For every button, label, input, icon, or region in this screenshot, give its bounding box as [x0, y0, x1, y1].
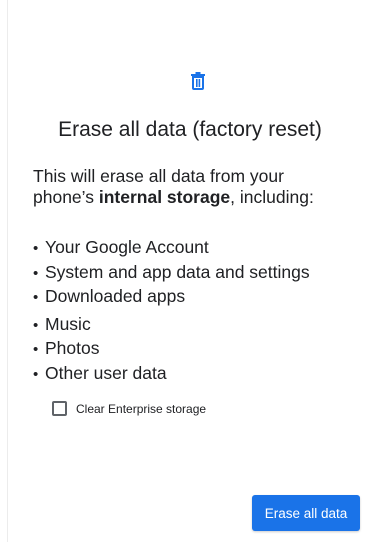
list-item-label: Music	[45, 313, 91, 334]
description-suffix: , including:	[230, 187, 314, 207]
list-item: • System and app data and settings	[33, 260, 310, 285]
description-bold-storage: internal storage	[98, 187, 231, 207]
erase-all-data-button[interactable]: Erase all data	[252, 495, 360, 531]
erase-items-list: • Your Google Account • System and app dat…	[33, 235, 310, 385]
list-item: • Your Google Account	[33, 235, 310, 260]
description-prefix: phone’s	[33, 187, 99, 207]
bullet: •	[33, 289, 39, 306]
checkbox-label: Clear Enterprise storage	[76, 401, 207, 416]
list-item: • Other user data	[33, 361, 310, 386]
list-item-label: Other user data	[45, 362, 167, 383]
bullet: •	[33, 365, 39, 383]
clear-enterprise-storage-option[interactable]: Clear Enterprise storage	[52, 401, 206, 416]
description-line-1: This will erase all data from your	[33, 166, 284, 186]
bullet: •	[33, 264, 39, 282]
list-item: • Music	[33, 312, 310, 337]
list-item-label: Downloaded apps	[45, 286, 186, 306]
bullet: •	[33, 240, 39, 257]
dialog-description: This will erase all data from your phone…	[33, 166, 373, 208]
bullet: •	[33, 316, 39, 334]
trash-icon	[189, 71, 207, 91]
list-item-label: Your Google Account	[45, 237, 209, 257]
list-item: • Downloaded apps	[33, 284, 310, 309]
list-item: • Photos	[33, 336, 310, 361]
description-line-2: phone’s internal storage, including:	[33, 187, 373, 208]
bullet: •	[33, 341, 39, 358]
factory-reset-screen: Erase all data (factory reset) This will…	[0, 0, 380, 542]
clear-enterprise-storage-checkbox[interactable]	[52, 401, 67, 416]
list-item-label: System and app data and settings	[45, 261, 310, 282]
dialog-title: Erase all data (factory reset)	[58, 118, 322, 141]
left-edge-divider	[7, 0, 8, 542]
list-item-label: Photos	[45, 338, 100, 358]
